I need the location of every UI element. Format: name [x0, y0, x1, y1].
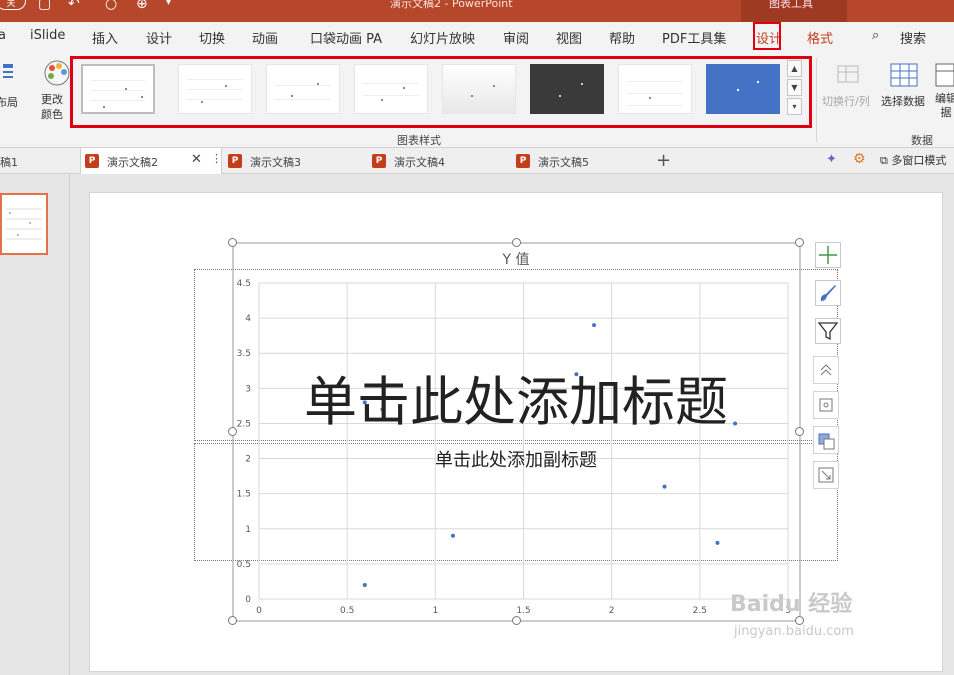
- x-tick-label: 2: [609, 606, 615, 616]
- y-tick-label: 0: [245, 595, 251, 605]
- data-point[interactable]: [450, 533, 455, 538]
- subtitle-placeholder[interactable]: 单击此处添加副标题: [194, 446, 838, 472]
- align-button[interactable]: [813, 391, 839, 419]
- resize-arrow-icon: [818, 467, 834, 483]
- y-axis-ticks: 00.511.522.533.544.5: [237, 279, 252, 605]
- x-axis-ticks: 0 0.5 1 1.5 2 2.5 3: [256, 606, 791, 616]
- data-point[interactable]: [362, 582, 367, 587]
- resize-handle-b[interactable]: [512, 616, 521, 625]
- data-point[interactable]: [715, 540, 720, 545]
- align-center-icon: [819, 398, 833, 412]
- y-tick-label: 0.5: [237, 560, 251, 570]
- y-tick-label: 4.5: [237, 279, 251, 289]
- baidu-watermark-url: jingyan.baidu.com: [734, 624, 854, 639]
- bring-forward-button[interactable]: [813, 356, 839, 384]
- data-point[interactable]: [662, 484, 667, 489]
- arrange-button[interactable]: [813, 426, 839, 454]
- double-chevron-up-icon: [820, 364, 832, 376]
- x-tick-label: 2.5: [693, 606, 707, 616]
- plus-icon: [819, 246, 837, 264]
- resize-handle-bl[interactable]: [228, 616, 237, 625]
- chart-styles-button[interactable]: [815, 280, 841, 306]
- x-tick-label: 0.5: [340, 606, 354, 616]
- chart-title[interactable]: Y 值: [501, 252, 529, 268]
- resize-handle-l[interactable]: [228, 427, 237, 436]
- y-tick-label: 4: [245, 314, 251, 324]
- chart-filters-button[interactable]: [815, 318, 841, 344]
- x-tick-label: 1: [432, 606, 438, 616]
- scatter-chart[interactable]: Y 值 00.511.522.533.544.5 0 0.5 1 1.5 2 2.5 3: [0, 0, 954, 675]
- filter-icon: [817, 322, 839, 341]
- resize-handle-t[interactable]: [512, 238, 521, 247]
- resize-handle-r[interactable]: [795, 427, 804, 436]
- x-tick-label: 1.5: [516, 606, 530, 616]
- y-tick-label: 3.5: [237, 349, 251, 359]
- resize-button[interactable]: [813, 461, 839, 489]
- data-point[interactable]: [592, 323, 597, 328]
- title-placeholder[interactable]: 单击此处添加标题: [194, 368, 838, 438]
- resize-handle-tr[interactable]: [795, 238, 804, 247]
- y-tick-label: 1.5: [237, 490, 251, 500]
- chart-elements-button[interactable]: [815, 242, 841, 268]
- resize-handle-tl[interactable]: [228, 238, 237, 247]
- brush-icon: [820, 285, 836, 301]
- chart-grid: [258, 282, 789, 600]
- y-tick-label: 1: [245, 525, 251, 535]
- baidu-watermark: Baidu 经验: [730, 592, 853, 617]
- x-tick-label: 0: [256, 606, 262, 616]
- layers-icon: [818, 433, 835, 450]
